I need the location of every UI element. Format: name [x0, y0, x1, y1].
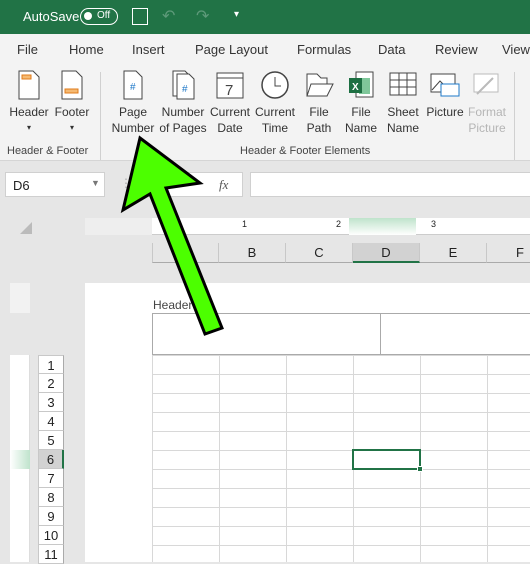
green-arrow: [120, 135, 224, 336]
annotation-arrow: [120, 135, 224, 336]
